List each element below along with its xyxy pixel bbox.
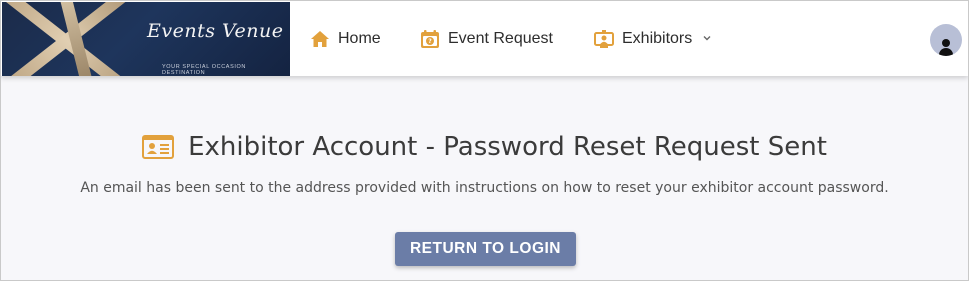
- avatar-body-shape: [939, 48, 953, 56]
- svg-text:?: ?: [428, 38, 432, 45]
- nav-item-label: Exhibitors: [622, 30, 693, 47]
- brand-tagline: YOUR SPECIAL OCCASION DESTINATION: [162, 64, 246, 76]
- brand-name: Events Venue: [147, 20, 284, 42]
- title-row: Exhibitor Account - Password Reset Reque…: [1, 132, 968, 162]
- brand-logo[interactable]: Events Venue YOUR SPECIAL OCCASION DESTI…: [2, 2, 290, 76]
- avatar-head-shape: [942, 39, 950, 47]
- nav-item-exhibitors[interactable]: Exhibitors: [594, 25, 712, 53]
- confirmation-message: An email has been sent to the address pr…: [80, 180, 889, 196]
- nav-item-event-request[interactable]: ? Event Request: [420, 25, 553, 53]
- main-content: Exhibitor Account - Password Reset Reque…: [1, 76, 968, 280]
- exhibitor-booth-icon: [594, 29, 614, 49]
- id-card-icon: [142, 135, 175, 159]
- page-title: Exhibitor Account - Password Reset Reque…: [188, 132, 827, 162]
- top-navbar: Events Venue YOUR SPECIAL OCCASION DESTI…: [1, 1, 968, 76]
- return-to-login-button[interactable]: RETURN TO LOGIN: [395, 232, 576, 266]
- user-avatar-icon[interactable]: [930, 24, 962, 56]
- calendar-question-icon: ?: [420, 29, 440, 49]
- page-frame: Events Venue YOUR SPECIAL OCCASION DESTI…: [0, 0, 969, 281]
- nav-item-home[interactable]: Home: [310, 25, 381, 53]
- home-icon: [310, 29, 330, 49]
- nav-item-label: Home: [338, 30, 381, 47]
- chevron-down-icon: [702, 33, 712, 46]
- nav-item-label: Event Request: [448, 30, 553, 47]
